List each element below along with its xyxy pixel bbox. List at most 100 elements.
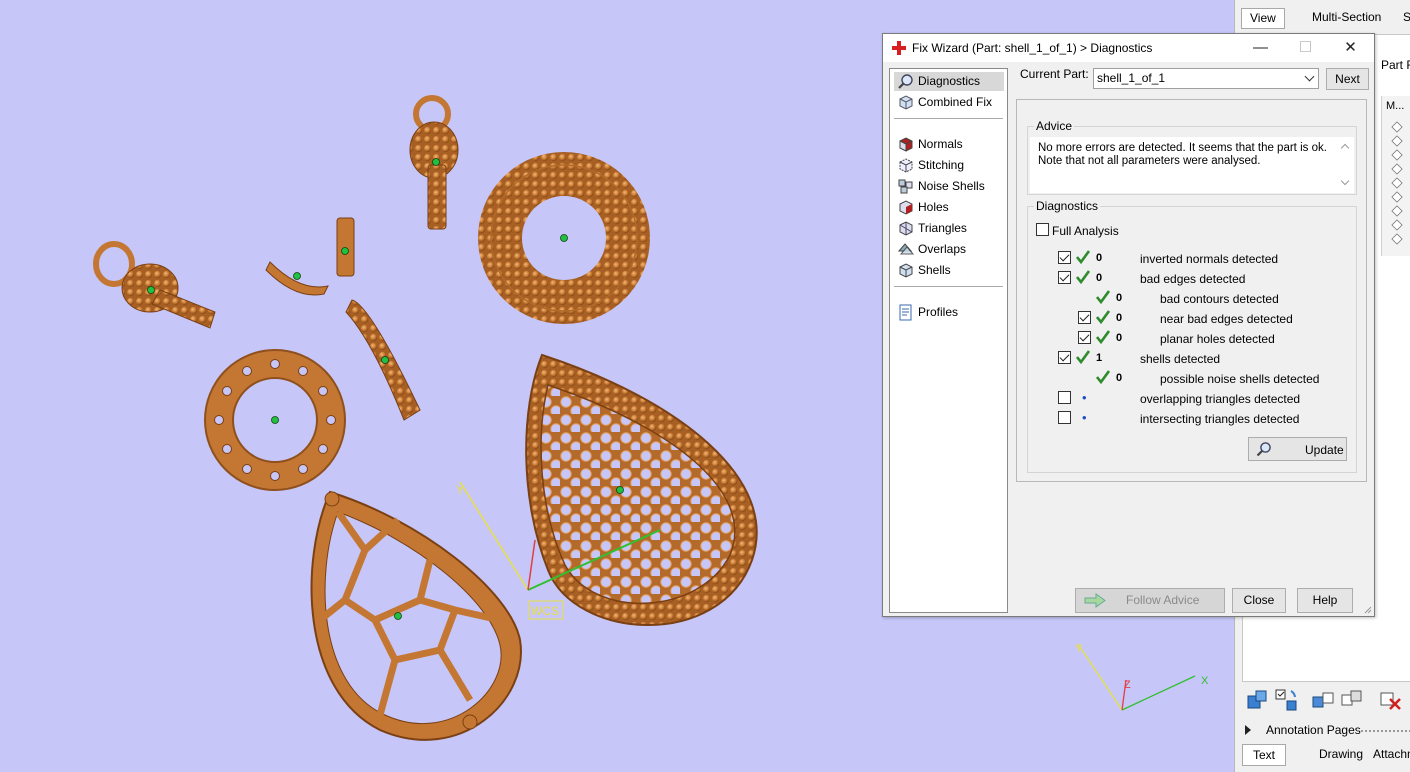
- part-cube-icon[interactable]: [1391, 135, 1403, 147]
- pending-dot-icon: •: [1082, 390, 1087, 405]
- nav-label: Normals: [918, 137, 963, 151]
- nav-stitching[interactable]: Stitching: [894, 156, 1004, 175]
- diagnostics-group: Diagnostics Full Analysis 0 inverted nor…: [1027, 199, 1357, 473]
- column-header[interactable]: M...: [1386, 100, 1404, 112]
- follow-advice-button[interactable]: Follow Advice: [1075, 588, 1225, 613]
- swap-icon[interactable]: [1273, 687, 1299, 713]
- tab-s[interactable]: S: [1395, 8, 1410, 29]
- wcs-label: WCS: [531, 604, 559, 618]
- part-cube-icon[interactable]: [1391, 219, 1403, 231]
- near-bad-edges-checkbox[interactable]: [1078, 311, 1091, 324]
- tab-view[interactable]: View: [1241, 8, 1285, 29]
- cube-outline-icon[interactable]: [1339, 687, 1365, 713]
- magnifier-icon: [898, 74, 913, 89]
- diag-row-inverted-normals: 0 inverted normals detected: [1028, 249, 1356, 269]
- check-icon: [1096, 330, 1110, 344]
- part-cube-icon[interactable]: [1391, 233, 1403, 245]
- nav-label: Overlaps: [918, 242, 967, 256]
- advice-text: No more errors are detected. It seems th…: [1038, 142, 1332, 168]
- tab-attachments[interactable]: Attachm: [1363, 744, 1410, 766]
- diag-row-overlapping: • overlapping triangles detected: [1028, 389, 1356, 409]
- next-button[interactable]: Next: [1326, 68, 1369, 90]
- expand-arrow-icon[interactable]: [1245, 725, 1251, 735]
- diag-count: 0: [1116, 312, 1123, 324]
- scroll-up-icon[interactable]: [1340, 143, 1350, 153]
- advice-textbox[interactable]: No more errors are detected. It seems th…: [1030, 137, 1354, 193]
- part-cube-icon[interactable]: [1391, 163, 1403, 175]
- maximize-icon[interactable]: ☐: [1283, 34, 1328, 62]
- nav-label: Shells: [918, 263, 951, 277]
- intersecting-checkbox[interactable]: [1058, 411, 1071, 424]
- connector-pieces: [265, 217, 421, 421]
- chevron-down-icon: [1304, 71, 1315, 82]
- wcs-y-label: Y: [456, 483, 464, 497]
- planar-holes-checkbox[interactable]: [1078, 331, 1091, 344]
- nav-triangles[interactable]: Triangles: [894, 219, 1004, 238]
- nav-label: Profiles: [918, 305, 959, 319]
- diag-row-noise-shells: 0 possible noise shells detected: [1028, 369, 1356, 389]
- current-part-select[interactable]: shell_1_of_1: [1093, 68, 1319, 89]
- part-cube-icon[interactable]: [1391, 205, 1403, 217]
- diag-count: 0: [1116, 332, 1123, 344]
- nav-label: Noise Shells: [918, 179, 985, 193]
- full-analysis-label: Full Analysis: [1052, 224, 1119, 238]
- diag-count: 0: [1116, 372, 1123, 384]
- diag-label: bad edges detected: [1140, 272, 1246, 286]
- part-column: M...: [1381, 96, 1410, 256]
- red-cross-icon: [892, 41, 906, 55]
- cube-group-icon[interactable]: [1311, 687, 1337, 713]
- nav-holes[interactable]: Holes: [894, 198, 1004, 217]
- side-toolbar: [1242, 684, 1410, 716]
- update-button[interactable]: Update: [1248, 437, 1347, 461]
- splitter-dots[interactable]: [1357, 730, 1410, 732]
- full-analysis-checkbox[interactable]: [1036, 223, 1049, 236]
- minimize-icon[interactable]: —: [1238, 34, 1283, 62]
- shells-checkbox[interactable]: [1058, 351, 1071, 364]
- diag-label: planar holes detected: [1160, 332, 1275, 346]
- overlapping-checkbox[interactable]: [1058, 391, 1071, 404]
- diag-label: near bad edges detected: [1160, 312, 1293, 326]
- tab-text[interactable]: Text: [1242, 744, 1287, 766]
- tab-multi-section[interactable]: Multi-Section: [1304, 8, 1389, 29]
- close-button[interactable]: Close: [1232, 588, 1286, 613]
- current-part-label: Current Part:: [1020, 67, 1089, 81]
- cube-icon: [899, 95, 913, 110]
- part-cube-icon[interactable]: [1391, 121, 1403, 133]
- diagnostics-page: Advice No more errors are detected. It s…: [1016, 99, 1367, 482]
- part-cube-icon[interactable]: [1391, 191, 1403, 203]
- nav-normals[interactable]: Normals: [894, 135, 1004, 154]
- update-label: Update: [1305, 443, 1344, 457]
- diag-count: 1: [1096, 352, 1103, 364]
- view-cubes-icon[interactable]: [1245, 687, 1271, 713]
- nav-diagnostics[interactable]: Diagnostics: [894, 72, 1004, 91]
- help-button[interactable]: Help: [1297, 588, 1353, 613]
- inverted-normals-checkbox[interactable]: [1058, 251, 1071, 264]
- part-cube-icon[interactable]: [1391, 149, 1403, 161]
- nav-separator: [894, 286, 1003, 287]
- delete-cube-icon[interactable]: [1378, 687, 1404, 713]
- nav-separator: [894, 118, 1003, 119]
- nav-shells[interactable]: Shells: [894, 261, 1004, 280]
- annotation-pages-row[interactable]: Annotation Pages: [1235, 720, 1410, 742]
- diag-row-bad-edges: 0 bad edges detected: [1028, 269, 1356, 289]
- nav-overlaps[interactable]: Overlaps: [894, 240, 1004, 259]
- title-bar[interactable]: Fix Wizard (Part: shell_1_of_1) > Diagno…: [883, 34, 1374, 62]
- noise-shells-icon: [898, 179, 913, 194]
- resize-grip-icon[interactable]: [1363, 605, 1372, 614]
- diag-row-shells: 1 shells detected: [1028, 349, 1356, 369]
- nav-profiles[interactable]: Profiles: [894, 303, 1004, 322]
- fix-wizard-dialog: Fix Wizard (Part: shell_1_of_1) > Diagno…: [882, 33, 1375, 617]
- nav-combined-fix[interactable]: Combined Fix: [894, 93, 1004, 112]
- beaded-teardrop-pendant: [525, 353, 758, 626]
- part-cube-icon[interactable]: [1391, 177, 1403, 189]
- diag-count: 0: [1096, 272, 1103, 284]
- scroll-down-icon[interactable]: [1340, 176, 1350, 186]
- nav-label: Triangles: [918, 221, 967, 235]
- check-icon: [1096, 290, 1110, 304]
- nav-noise-shells[interactable]: Noise Shells: [894, 177, 1004, 196]
- close-icon[interactable]: ✕: [1328, 34, 1373, 62]
- bad-edges-checkbox[interactable]: [1058, 271, 1071, 284]
- follow-advice-label: Follow Advice: [1126, 593, 1200, 607]
- diag-label: bad contours detected: [1160, 292, 1279, 306]
- current-part-value: shell_1_of_1: [1097, 71, 1166, 85]
